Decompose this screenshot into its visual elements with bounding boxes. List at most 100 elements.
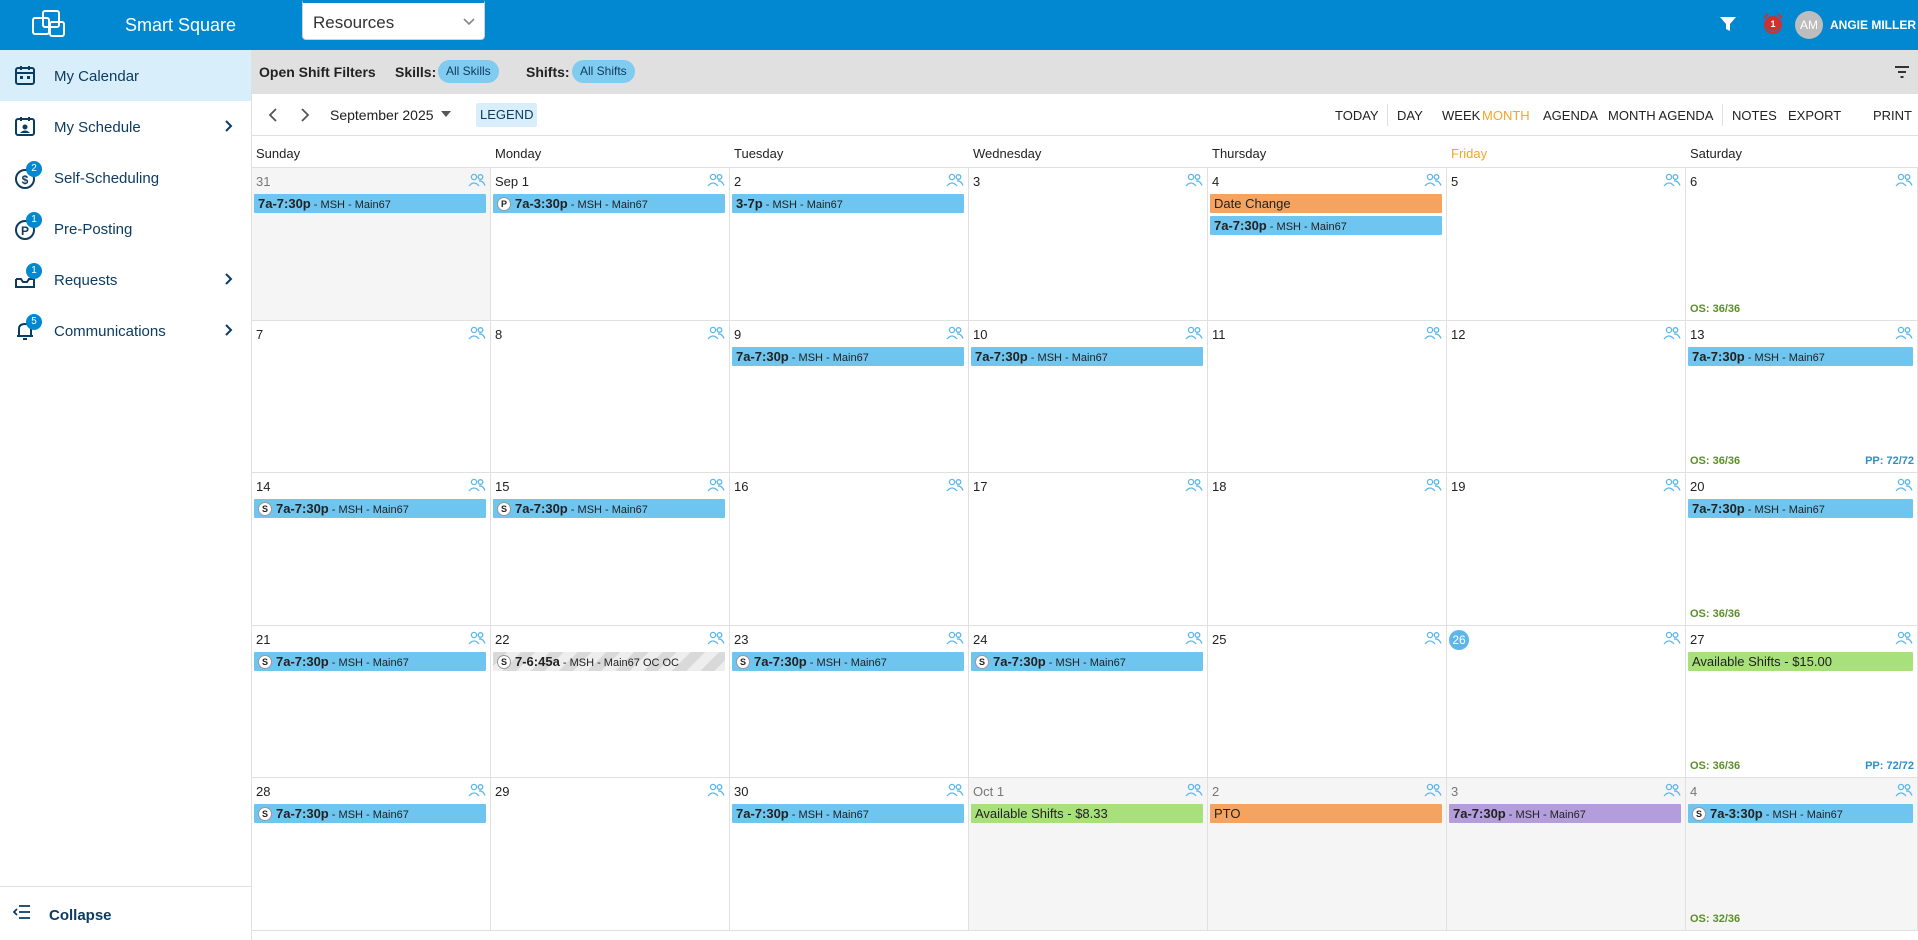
- sort-filter-icon[interactable]: [1894, 65, 1910, 79]
- calendar-day-cell[interactable]: 17: [969, 473, 1208, 626]
- people-icon[interactable]: [707, 783, 725, 797]
- calendar-day-cell[interactable]: 29: [491, 778, 730, 931]
- date-number[interactable]: 2: [1212, 784, 1219, 799]
- date-number[interactable]: 19: [1451, 479, 1465, 494]
- calendar-day-cell[interactable]: 14 S 7a-7:30p - MSH - Main67: [252, 473, 491, 626]
- calendar-event-pto[interactable]: PTO: [1210, 804, 1442, 823]
- calendar-day-cell[interactable]: 23 S 7a-7:30p - MSH - Main67: [730, 625, 969, 778]
- people-icon[interactable]: [1424, 478, 1442, 492]
- calendar-day-cell[interactable]: Oct 1 Available Shifts - $8.33: [969, 778, 1208, 931]
- date-number[interactable]: 9: [734, 327, 741, 342]
- sidebar-item-my-schedule[interactable]: My Schedule: [0, 101, 251, 152]
- people-icon[interactable]: [1895, 326, 1913, 340]
- avatar[interactable]: AM: [1795, 11, 1823, 39]
- people-icon[interactable]: [1895, 783, 1913, 797]
- calendar-day-cell[interactable]: 9 7a-7:30p - MSH - Main67: [730, 320, 969, 473]
- pay-period-count[interactable]: PP: 72/72: [1865, 455, 1914, 467]
- people-icon[interactable]: [468, 631, 486, 645]
- calendar-day-cell[interactable]: 11: [1208, 320, 1447, 473]
- calendar-day-cell[interactable]: 5: [1447, 168, 1686, 321]
- view-month-agenda-button[interactable]: MONTH AGENDA: [1608, 108, 1713, 123]
- date-number[interactable]: 8: [495, 327, 502, 342]
- date-number[interactable]: 25: [1212, 632, 1226, 647]
- date-number[interactable]: 21: [256, 632, 270, 647]
- filter-icon[interactable]: [1718, 14, 1738, 34]
- calendar-day-cell[interactable]: 4 S 7a-3:30p - MSH - Main67 OS: 32/36: [1686, 778, 1918, 931]
- shift-event[interactable]: S 7a-7:30p - MSH - Main67: [493, 499, 725, 518]
- people-icon[interactable]: [1895, 631, 1913, 645]
- people-icon[interactable]: [468, 478, 486, 492]
- people-icon[interactable]: [1663, 783, 1681, 797]
- people-icon[interactable]: [1663, 173, 1681, 187]
- people-icon[interactable]: [1895, 478, 1913, 492]
- people-icon[interactable]: [707, 173, 725, 187]
- calendar-event-available-shifts-15-00[interactable]: Available Shifts - $15.00: [1688, 651, 1913, 671]
- shift-event[interactable]: 7a-7:30p - MSH - Main67: [732, 804, 964, 823]
- shift-event[interactable]: 7a-7:30p - MSH - Main67: [732, 346, 964, 366]
- people-icon[interactable]: [468, 326, 486, 340]
- resources-dropdown[interactable]: Resources: [302, 0, 485, 40]
- calendar-day-cell[interactable]: 10 7a-7:30p - MSH - Main67: [969, 320, 1208, 473]
- calendar-day-cell[interactable]: 15 S 7a-7:30p - MSH - Main67: [491, 473, 730, 626]
- calendar-day-cell[interactable]: 3 7a-7:30p - MSH - Main67: [1447, 778, 1686, 931]
- today-date-number[interactable]: 26: [1449, 629, 1469, 650]
- export-button[interactable]: EXPORT: [1788, 108, 1841, 123]
- open-shift-count[interactable]: OS: 36/36: [1690, 455, 1740, 467]
- shift-event[interactable]: P 7a-3:30p - MSH - Main67: [493, 194, 725, 213]
- calendar-day-cell[interactable]: 2 3-7p - MSH - Main67: [730, 168, 969, 321]
- date-number[interactable]: 14: [256, 479, 270, 494]
- shift-event[interactable]: 3-7p - MSH - Main67: [732, 194, 964, 213]
- people-icon[interactable]: [946, 478, 964, 492]
- shift-event[interactable]: 7a-7:30p - MSH - Main67: [1688, 499, 1913, 518]
- date-number[interactable]: 18: [1212, 479, 1226, 494]
- calendar-day-cell[interactable]: 8: [491, 320, 730, 473]
- date-number[interactable]: 27: [1690, 632, 1704, 647]
- date-number[interactable]: 31: [256, 174, 270, 189]
- people-icon[interactable]: [1895, 173, 1913, 187]
- people-icon[interactable]: [1185, 326, 1203, 340]
- view-day-button[interactable]: DAY: [1397, 108, 1423, 123]
- caret-down-icon[interactable]: [441, 111, 451, 119]
- date-number[interactable]: 6: [1690, 174, 1697, 189]
- calendar-day-cell[interactable]: 30 7a-7:30p - MSH - Main67: [730, 778, 969, 931]
- sidebar-item-communications[interactable]: 5 Communications: [0, 305, 251, 356]
- open-shift-count[interactable]: OS: 36/36: [1690, 303, 1740, 315]
- calendar-day-cell[interactable]: 13 7a-7:30p - MSH - Main67 OS: 36/36 PP: 72…: [1686, 320, 1918, 473]
- calendar-day-cell[interactable]: 12: [1447, 320, 1686, 473]
- date-number[interactable]: 5: [1451, 174, 1458, 189]
- smart-square-logo-icon[interactable]: [30, 8, 68, 42]
- date-number[interactable]: 24: [973, 632, 987, 647]
- shift-event[interactable]: S 7-6:45a - MSH - Main67 OC OC: [493, 651, 725, 671]
- view-month-button[interactable]: MONTH: [1482, 108, 1530, 123]
- calendar-day-cell[interactable]: 7: [252, 320, 491, 473]
- calendar-day-cell[interactable]: 21 S 7a-7:30p - MSH - Main67: [252, 625, 491, 778]
- notes-button[interactable]: NOTES: [1732, 108, 1777, 123]
- people-icon[interactable]: [1185, 783, 1203, 797]
- date-number[interactable]: 29: [495, 784, 509, 799]
- skills-filter-chip[interactable]: All Skills: [438, 60, 499, 83]
- people-icon[interactable]: [946, 783, 964, 797]
- people-icon[interactable]: [1424, 173, 1442, 187]
- shift-event[interactable]: S 7a-7:30p - MSH - Main67: [254, 651, 486, 671]
- shift-event[interactable]: S 7a-7:30p - MSH - Main67: [971, 651, 1203, 671]
- shift-event[interactable]: S 7a-7:30p - MSH - Main67: [254, 499, 486, 518]
- date-number[interactable]: Sep 1: [495, 174, 529, 189]
- people-icon[interactable]: [468, 173, 486, 187]
- people-icon[interactable]: [1185, 478, 1203, 492]
- next-month-icon[interactable]: [298, 107, 312, 123]
- shift-event[interactable]: S 7a-3:30p - MSH - Main67: [1688, 804, 1913, 823]
- people-icon[interactable]: [946, 631, 964, 645]
- people-icon[interactable]: [1424, 326, 1442, 340]
- people-icon[interactable]: [1663, 326, 1681, 340]
- sidebar-item-my-calendar[interactable]: My Calendar: [0, 50, 251, 101]
- calendar-day-cell[interactable]: 18: [1208, 473, 1447, 626]
- people-icon[interactable]: [946, 326, 964, 340]
- people-icon[interactable]: [707, 326, 725, 340]
- date-number[interactable]: 13: [1690, 327, 1704, 342]
- date-number[interactable]: 15: [495, 479, 509, 494]
- today-button[interactable]: TODAY: [1335, 108, 1379, 123]
- calendar-day-cell[interactable]: 25: [1208, 625, 1447, 778]
- pay-period-count[interactable]: PP: 72/72: [1865, 760, 1914, 772]
- date-number[interactable]: 30: [734, 784, 748, 799]
- date-number[interactable]: 22: [495, 632, 509, 647]
